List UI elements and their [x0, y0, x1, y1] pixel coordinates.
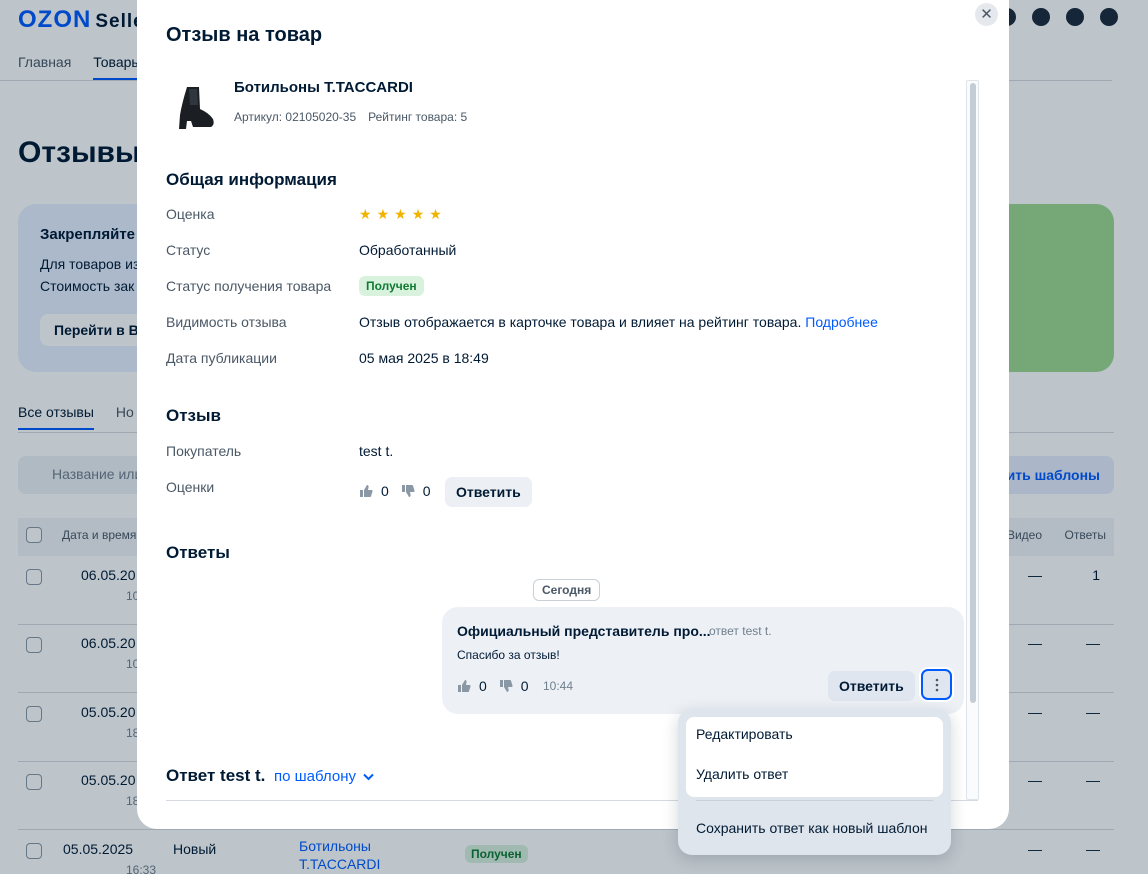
answer-card: Официальный представитель про... ответ t… — [442, 607, 964, 714]
answer-text: Спасибо за отзыв! — [457, 648, 560, 662]
receipt-status-badge: Получен — [359, 276, 424, 296]
visibility-label: Видимость отзыва — [166, 314, 287, 330]
more-vertical-icon — [935, 678, 938, 691]
date-chip: Сегодня — [533, 579, 601, 601]
more-info-link[interactable]: Подробнее — [805, 314, 878, 330]
thumbs-down-icon[interactable] — [499, 679, 513, 693]
likes-count: 0 — [479, 678, 487, 694]
menu-item-save-template[interactable]: Сохранить ответ как новый шаблон — [696, 820, 927, 836]
close-icon[interactable]: ✕ — [975, 3, 998, 26]
section-title-answers: Ответы — [166, 543, 230, 562]
status-value: Обработанный — [359, 242, 457, 258]
star-icon: ★ — [359, 206, 372, 222]
buyer-label: Покупатель — [166, 443, 242, 459]
rating-stars: ★ ★ ★ ★ ★ — [359, 207, 442, 221]
thumbs-up-icon[interactable] — [457, 679, 471, 693]
thumbs-up-icon[interactable] — [359, 484, 373, 498]
answer-time: 10:44 — [543, 679, 574, 693]
publish-date-value: 05 мая 2025 в 18:49 — [359, 350, 489, 366]
dislikes-count: 0 — [422, 483, 431, 499]
star-icon: ★ — [429, 206, 442, 222]
answer-more-button[interactable] — [921, 669, 952, 700]
answer-actions-menu: Редактировать Удалить ответ Сохранить от… — [678, 709, 951, 855]
reply-button[interactable]: Ответить — [445, 477, 532, 507]
product-article: Артикул: 02105020-35 — [234, 110, 357, 124]
thumbs-down-icon[interactable] — [401, 484, 415, 498]
menu-item-delete[interactable]: Удалить ответ — [696, 766, 788, 782]
scrollbar-thumb[interactable] — [970, 83, 976, 703]
section-title-general: Общая информация — [166, 170, 337, 189]
template-dropdown[interactable]: по шаблону — [274, 768, 374, 785]
review-votes: 0 0 — [359, 483, 431, 499]
menu-divider — [696, 800, 933, 801]
product-rating: Рейтинг товара: 5 — [368, 110, 468, 124]
product-name: Ботильоны T.TACCARDI — [234, 79, 413, 96]
dislikes-count: 0 — [520, 678, 529, 694]
star-icon: ★ — [376, 206, 390, 222]
product-meta: Артикул: 02105020-35 Рейтинг товара: 5 — [234, 110, 467, 124]
votes-label: Оценки — [166, 479, 215, 495]
section-title-review: Отзыв — [166, 406, 221, 425]
template-link[interactable]: по шаблону — [274, 768, 356, 785]
modal-scrollbar[interactable] — [966, 80, 979, 800]
answer-reply-button[interactable]: Ответить — [828, 671, 915, 701]
rating-label: Оценка — [166, 206, 215, 222]
answer-reply-to: ответ test t. — [709, 624, 772, 638]
publish-date-label: Дата публикации — [166, 350, 277, 366]
buyer-value: test t. — [359, 443, 394, 459]
product-image — [179, 87, 214, 129]
star-icon: ★ — [411, 206, 425, 222]
answer-form-title: Ответ test t. — [166, 766, 266, 785]
likes-count: 0 — [381, 483, 389, 499]
star-icon: ★ — [394, 206, 407, 222]
menu-item-edit[interactable]: Редактировать — [696, 726, 793, 742]
status-label: Статус — [166, 242, 211, 258]
visibility-text: Отзыв отображается в карточке товара и в… — [359, 314, 802, 330]
visibility-value: Отзыв отображается в карточке товара и в… — [359, 314, 878, 330]
modal-title: Отзыв на товар — [166, 24, 323, 46]
review-modal: Отзыв на товар Ботильоны T.TACCARDI Арти… — [137, 0, 1009, 829]
receipt-status-label: Статус получения товара — [166, 278, 332, 294]
answer-votes: 0 0 — [457, 678, 529, 694]
answer-author: Официальный представитель про... — [457, 623, 711, 639]
chevron-down-icon — [363, 773, 374, 781]
